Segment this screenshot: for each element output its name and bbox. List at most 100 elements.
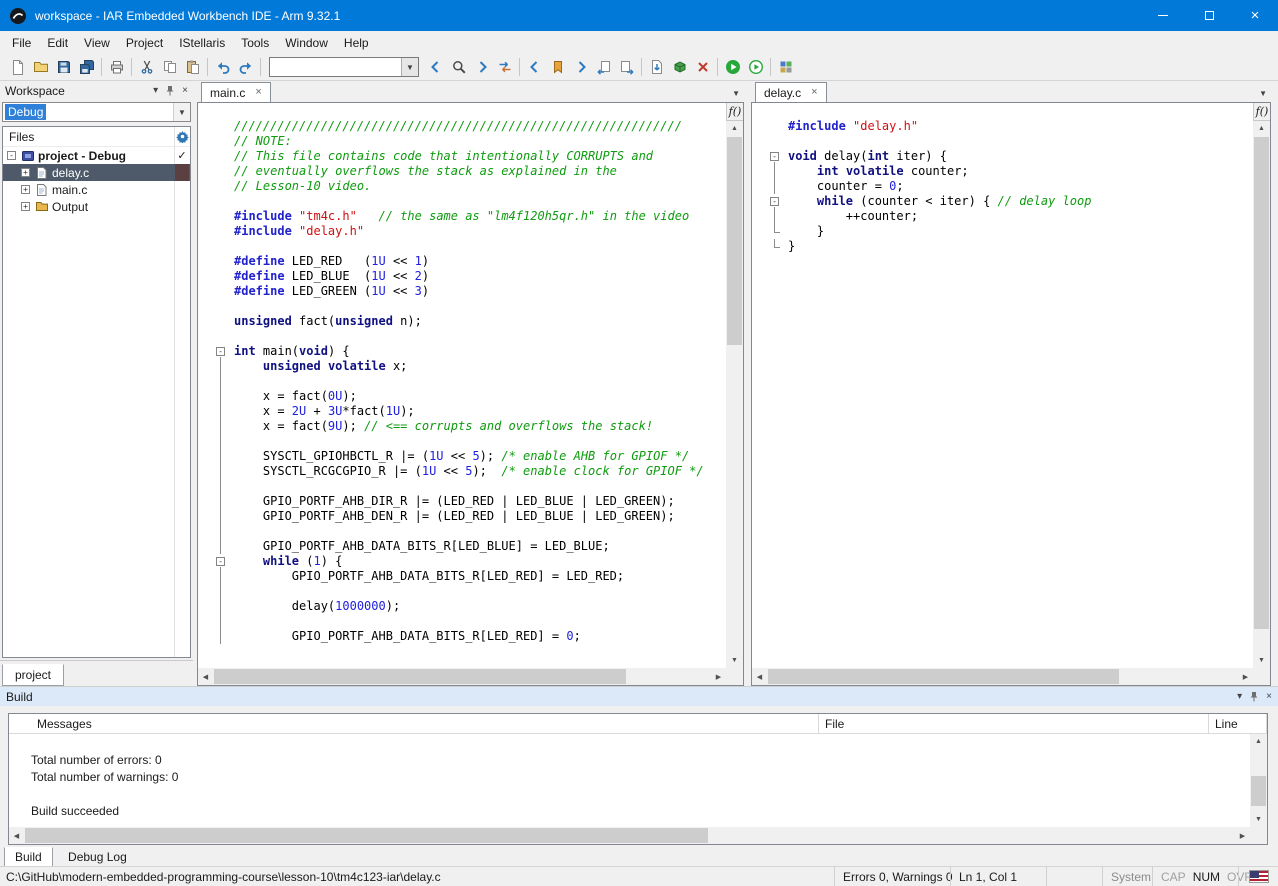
code-line[interactable]: GPIO_PORTF_AHB_DIR_R |= (LED_RED | LED_B… <box>198 494 726 509</box>
make-button[interactable] <box>668 56 691 79</box>
code-line[interactable] <box>752 134 1253 149</box>
scroll-up-icon[interactable]: ▲ <box>1253 121 1270 136</box>
scroll-right-icon[interactable]: ▶ <box>711 668 726 685</box>
tree-item-project-debug[interactable]: -project - Debug✓ <box>3 147 190 164</box>
download-and-debug-button[interactable] <box>721 56 744 79</box>
scrollbar-thumb[interactable] <box>727 137 742 345</box>
code-line[interactable]: // eventually overflows the stack as exp… <box>198 164 726 179</box>
fold-collapse-icon[interactable]: - <box>216 347 225 356</box>
scroll-up-icon[interactable]: ▲ <box>1250 734 1267 749</box>
scrollbar-thumb[interactable] <box>214 669 626 684</box>
code-line[interactable]: #define LED_BLUE (1U << 2) <box>198 269 726 284</box>
code-line[interactable]: -void delay(int iter) { <box>752 149 1253 164</box>
build-column-file[interactable]: File <box>819 714 1209 733</box>
build-message-row[interactable]: Total number of errors: 0 <box>9 751 1250 768</box>
horizontal-scrollbar[interactable]: ◀ ▶ <box>9 827 1250 844</box>
horizontal-scrollbar[interactable]: ◀ ▶ <box>198 668 726 685</box>
code-line[interactable]: x = fact(0U); <box>198 389 726 404</box>
scrollbar-thumb[interactable] <box>768 669 1119 684</box>
scroll-down-icon[interactable]: ▼ <box>726 653 743 668</box>
save-button[interactable] <box>52 56 75 79</box>
code-line[interactable] <box>198 329 726 344</box>
menu-item-istellaris[interactable]: IStellaris <box>171 33 233 53</box>
paste-button[interactable] <box>181 56 204 79</box>
code-line[interactable] <box>198 434 726 449</box>
chevron-down-icon[interactable]: ▼ <box>401 58 418 76</box>
code-line[interactable]: // This file contains code that intentio… <box>198 149 726 164</box>
navigate-backward-button[interactable] <box>523 56 546 79</box>
next-bookmark-button[interactable] <box>615 56 638 79</box>
fold-collapse-icon[interactable]: - <box>770 152 779 161</box>
menu-item-tools[interactable]: Tools <box>233 33 277 53</box>
chevron-down-icon[interactable]: ▾ <box>1237 692 1242 702</box>
code-line[interactable]: } <box>752 239 1253 254</box>
debug-without-downloading-button[interactable] <box>744 56 767 79</box>
build-message-row[interactable]: Build succeeded <box>9 802 1250 819</box>
code-line[interactable]: x = 2U + 3U*fact(1U); <box>198 404 726 419</box>
scroll-left-icon[interactable]: ◀ <box>198 668 213 685</box>
code-line[interactable] <box>198 239 726 254</box>
save-all-button[interactable] <box>75 56 98 79</box>
chevron-down-icon[interactable]: ▼ <box>173 103 190 121</box>
code-line[interactable]: delay(1000000); <box>198 599 726 614</box>
code-line[interactable] <box>198 584 726 599</box>
expand-icon[interactable]: + <box>21 185 30 194</box>
scroll-left-icon[interactable]: ◀ <box>752 668 767 685</box>
function-list-button[interactable]: f() <box>726 103 743 121</box>
code-line[interactable]: GPIO_PORTF_AHB_DEN_R |= (LED_RED | LED_B… <box>198 509 726 524</box>
code-line[interactable]: GPIO_PORTF_AHB_DATA_BITS_R[LED_RED] = 0; <box>198 629 726 644</box>
code-line[interactable]: #define LED_RED (1U << 1) <box>198 254 726 269</box>
code-line[interactable] <box>198 524 726 539</box>
code-line[interactable]: #define LED_GREEN (1U << 3) <box>198 284 726 299</box>
pin-icon[interactable] <box>1249 691 1259 702</box>
undo-button[interactable] <box>211 56 234 79</box>
code-line[interactable]: -int main(void) { <box>198 344 726 359</box>
vertical-scrollbar[interactable]: ▲ ▼ <box>1253 121 1270 668</box>
build-message-row[interactable] <box>9 785 1250 802</box>
build-column-messages[interactable]: Messages <box>9 714 819 733</box>
copy-button[interactable] <box>158 56 181 79</box>
find-input[interactable] <box>270 58 401 76</box>
scrollbar-thumb[interactable] <box>1251 776 1266 806</box>
code-line[interactable]: unsigned fact(unsigned n); <box>198 314 726 329</box>
redo-button[interactable] <box>234 56 257 79</box>
code-line[interactable]: GPIO_PORTF_AHB_DATA_BITS_R[LED_RED] = LE… <box>198 569 726 584</box>
tab-delay-c[interactable]: delay.c × <box>755 82 827 102</box>
code-line[interactable]: // NOTE: <box>198 134 726 149</box>
open-file-button[interactable] <box>29 56 52 79</box>
code-line[interactable]: ////////////////////////////////////////… <box>198 119 726 134</box>
menu-item-help[interactable]: Help <box>336 33 377 53</box>
code-line[interactable]: counter = 0; <box>752 179 1253 194</box>
code-line[interactable]: #include "delay.h" <box>752 119 1253 134</box>
menu-item-window[interactable]: Window <box>277 33 336 53</box>
code-line[interactable]: } <box>752 224 1253 239</box>
code-line[interactable]: SYSCTL_RCGCGPIO_R |= (1U << 5); /* enabl… <box>198 464 726 479</box>
fold-collapse-icon[interactable]: - <box>770 197 779 206</box>
menu-item-edit[interactable]: Edit <box>39 33 76 53</box>
code-line[interactable] <box>198 374 726 389</box>
code-line[interactable]: GPIO_PORTF_AHB_DATA_BITS_R[LED_BLUE] = L… <box>198 539 726 554</box>
previous-bookmark-button[interactable] <box>592 56 615 79</box>
find-previous-button[interactable] <box>424 56 447 79</box>
tab-close-icon[interactable]: × <box>255 87 261 98</box>
function-list-button[interactable]: f() <box>1253 103 1270 121</box>
find-combobox[interactable]: ▼ <box>269 57 419 77</box>
scroll-up-icon[interactable]: ▲ <box>726 121 743 136</box>
menu-item-file[interactable]: File <box>4 33 39 53</box>
code-line[interactable] <box>198 479 726 494</box>
navigate-forward-button[interactable] <box>569 56 592 79</box>
code-line[interactable]: SYSCTL_GPIOHBCTL_R |= (1U << 5); /* enab… <box>198 449 726 464</box>
scroll-left-icon[interactable]: ◀ <box>9 827 24 844</box>
find-next-button[interactable] <box>470 56 493 79</box>
replace-button[interactable] <box>493 56 516 79</box>
code-editor[interactable]: f() ////////////////////////////////////… <box>197 102 744 686</box>
vertical-scrollbar[interactable]: ▲ ▼ <box>726 121 743 668</box>
status-language[interactable] <box>1238 867 1278 886</box>
tab-list-dropdown-icon[interactable]: ▼ <box>732 89 740 98</box>
scroll-right-icon[interactable]: ▶ <box>1235 827 1250 844</box>
stop-build-button[interactable] <box>691 56 714 79</box>
tab-close-icon[interactable]: × <box>811 87 817 98</box>
code-line[interactable]: // Lesson-10 video. <box>198 179 726 194</box>
tab-debug-log[interactable]: Debug Log <box>58 848 137 867</box>
close-icon[interactable]: × <box>182 86 188 96</box>
